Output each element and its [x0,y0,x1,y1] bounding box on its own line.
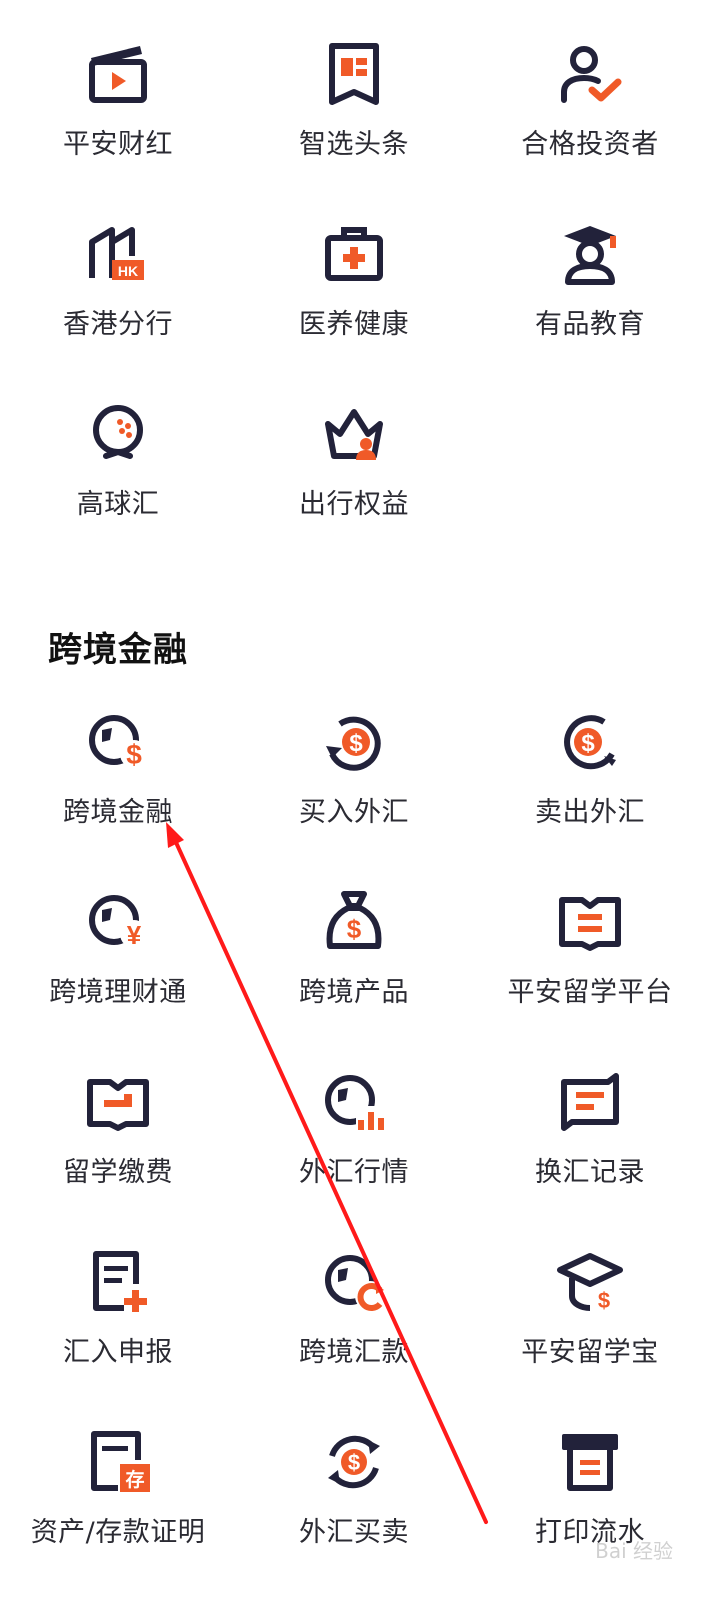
medical-kit-icon [325,227,383,281]
exchange-record-icon [561,1073,619,1131]
tile-print-statement[interactable]: 打印流水 [472,1426,708,1606]
tile-cross-border-products[interactable]: $ 跨境产品 [236,886,472,1066]
globe-yen-icon: ¥ [89,895,148,950]
tile-study-abroad-platform[interactable]: 平安留学平台 [472,886,708,1066]
tile-forex-quotes[interactable]: 外汇行情 [236,1066,472,1246]
tile-cross-border-finance[interactable]: $ 跨境金融 [0,706,236,886]
tile-qualified-investor[interactable]: 合格投资者 [472,38,708,218]
tile-forex-trading[interactable]: $ 外汇买卖 [236,1426,472,1606]
printer-icon [562,1434,618,1491]
svg-text:$: $ [598,1288,610,1313]
tile-education[interactable]: 有品教育 [472,218,708,398]
tile-cross-border-remittance[interactable]: 跨境汇款 [236,1246,472,1426]
document-add-icon [93,1251,147,1312]
building-hk-icon: HK [89,227,144,280]
tile-label: 卖出外汇 [535,797,645,828]
tile-label: 资产/存款证明 [30,1517,206,1548]
dollar-cycle-out-icon: $ [564,715,616,770]
tile-sell-forex[interactable]: $ 卖出外汇 [472,706,708,886]
tile-exchange-records[interactable]: 换汇记录 [472,1066,708,1246]
svg-text:HK: HK [118,263,138,279]
tile-deposit-certificate[interactable]: 存 资产/存款证明 [0,1426,236,1606]
tile-label: 医养健康 [299,309,409,340]
grad-cap-dollar-icon: $ [557,1253,623,1313]
tile-label: 外汇买卖 [299,1517,409,1548]
svg-text:$: $ [126,739,142,770]
deposit-certificate-icon: 存 [91,1431,150,1492]
tile-pingan-caihong[interactable]: 平安财红 [0,38,236,218]
tile-travel-rights[interactable]: 出行权益 [236,398,472,578]
svg-text:$: $ [348,1450,360,1475]
tile-study-abroad-bao[interactable]: $ 平安留学宝 [472,1246,708,1426]
book-payment-icon [87,1079,149,1131]
tile-label: 合格投资者 [521,129,659,160]
news-bookmark-icon [329,43,379,105]
tile-golf-club[interactable]: 高球汇 [0,398,236,578]
svg-text:存: 存 [125,1468,144,1491]
money-bag-icon: $ [326,891,382,949]
golf-ball-icon [93,405,143,459]
tile-label: 平安留学平台 [507,977,673,1008]
svg-text:$: $ [347,914,362,944]
dollar-cycle-in-icon: $ [326,716,381,771]
user-check-icon [561,46,622,103]
tile-health-care[interactable]: 医养健康 [236,218,472,398]
tile-label: 外汇行情 [299,1157,409,1188]
tile-label: 买入外汇 [299,797,409,828]
tile-label: 跨境金融 [63,797,173,828]
tile-label: 出行权益 [299,489,409,520]
currency-swap-icon: $ [328,1435,380,1489]
svg-text:$: $ [581,730,595,757]
tile-label: 跨境理财通 [49,977,187,1008]
tile-hk-branch[interactable]: HK 香港分行 [0,218,236,398]
tile-label: 跨境产品 [299,977,409,1008]
tile-label: 智选头条 [299,129,409,160]
tile-label: 平安财红 [63,129,173,160]
open-book-icon [559,897,621,951]
tile-inward-declaration[interactable]: 汇入申报 [0,1246,236,1426]
tile-label: 换汇记录 [535,1157,645,1188]
tile-buy-forex[interactable]: $ 买入外汇 [236,706,472,886]
tile-label: 香港分行 [63,309,173,340]
globe-refresh-icon [325,1255,385,1311]
services-grid: 平安财红 智选头条 合格投资者 HK 香港分行 医养健康 有品教育 高球汇 出行… [0,38,709,578]
tile-study-payment[interactable]: 留学缴费 [0,1066,236,1246]
cross-border-grid: $ 跨境金融 $ 买入外汇 $ 卖出外汇 ¥ 跨境理财通 $ 跨境产品 平安留学… [0,706,709,1606]
crown-person-icon [325,409,383,460]
tile-label: 留学缴费 [63,1157,173,1188]
tile-label: 高球汇 [76,489,160,520]
graduate-icon [564,226,616,285]
tile-label: 汇入申报 [63,1337,173,1368]
clapperboard-play-icon [89,46,147,103]
tile-label: 跨境汇款 [299,1337,409,1368]
watermark: Bai 经验 [595,1539,673,1563]
tile-zhixuan-toutiao[interactable]: 智选头条 [236,38,472,218]
tile-label: 有品教育 [535,309,645,340]
tile-wealth-connect[interactable]: ¥ 跨境理财通 [0,886,236,1066]
tile-label: 平安留学宝 [521,1337,659,1368]
globe-chart-icon [325,1075,386,1132]
globe-dollar-icon: $ [89,715,148,770]
section-title: 跨境金融 [48,630,188,670]
svg-text:¥: ¥ [127,920,142,950]
svg-text:$: $ [349,730,363,757]
